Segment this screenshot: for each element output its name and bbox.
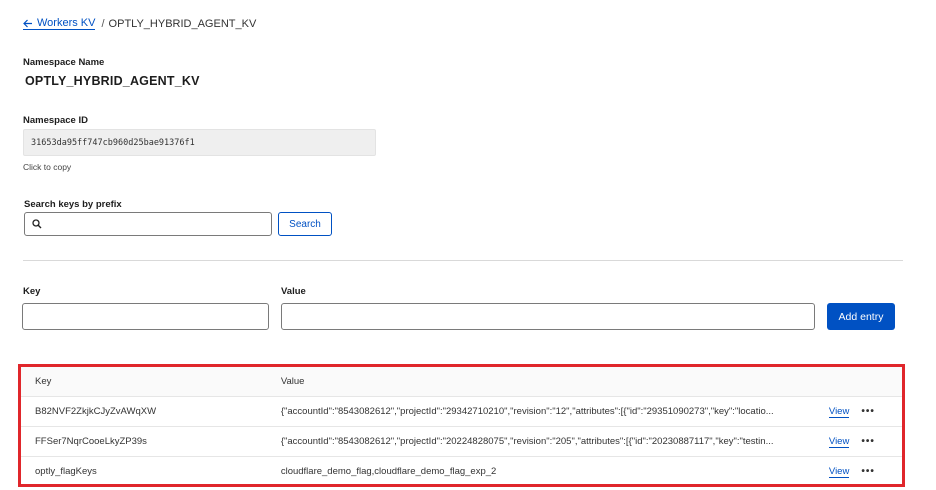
click-to-copy-hint: Click to copy: [23, 162, 72, 172]
row-value: cloudflare_demo_flag,cloudflare_demo_fla…: [280, 465, 497, 477]
column-header-value: Value: [280, 367, 829, 397]
ellipsis-icon[interactable]: •••: [861, 396, 902, 427]
table-header-row: Key Value: [21, 367, 902, 397]
section-divider: [23, 260, 903, 261]
namespace-name-value: OPTLY_HYBRID_AGENT_KV: [25, 74, 200, 88]
namespace-id-field[interactable]: 31653da95ff747cb960d25bae91376f1: [23, 129, 376, 156]
row-key: optly_flagKeys: [35, 465, 97, 477]
row-value: {"accountId":"8543082612","projectId":"2…: [280, 426, 829, 457]
table-row: optly_flagKeys cloudflare_demo_flag,clou…: [21, 456, 902, 486]
namespace-id-label: Namespace ID: [23, 115, 88, 126]
back-to-workers-kv-link[interactable]: Workers KV: [23, 17, 96, 30]
row-key: B82NVF2ZkjkCJyZvAWqXW: [21, 396, 281, 427]
table-row: FFSer7NqrCooeLkyZP39s {"accountId":"8543…: [21, 426, 902, 457]
add-entry-button[interactable]: Add entry: [827, 303, 895, 330]
row-key: FFSer7NqrCooeLkyZP39s: [21, 426, 281, 457]
view-link[interactable]: View: [828, 435, 850, 448]
search-label: Search keys by prefix: [24, 199, 122, 210]
arrow-left-icon: [23, 19, 32, 27]
key-input[interactable]: [22, 303, 269, 330]
search-button[interactable]: Search: [278, 212, 332, 236]
value-input[interactable]: [281, 303, 815, 330]
search-input-wrapper[interactable]: [24, 212, 272, 236]
ellipsis-icon[interactable]: •••: [861, 426, 902, 457]
key-label: Key: [23, 286, 41, 297]
view-link[interactable]: View: [828, 405, 850, 418]
view-link[interactable]: View: [828, 465, 850, 478]
table-row: B82NVF2ZkjkCJyZvAWqXW {"accountId":"8543…: [21, 396, 902, 427]
search-icon: [32, 219, 42, 229]
row-value: {"accountId":"8543082612","projectId":"2…: [280, 396, 829, 427]
kv-pairs-table-highlight: Key Value B82NVF2ZkjkCJyZvAWqXW {"accoun…: [18, 364, 905, 487]
ellipsis-icon[interactable]: •••: [861, 456, 902, 486]
back-link-label[interactable]: Workers KV: [37, 17, 95, 29]
value-label: Value: [281, 286, 306, 297]
breadcrumb: Workers KV / OPTLY_HYBRID_AGENT_KV: [23, 17, 256, 30]
namespace-name-label: Namespace Name: [23, 57, 105, 68]
search-input[interactable]: [47, 214, 257, 234]
breadcrumb-separator: /: [101, 17, 105, 30]
breadcrumb-current: OPTLY_HYBRID_AGENT_KV: [108, 17, 257, 30]
column-header-key: Key: [21, 367, 281, 397]
kv-pairs-table: Key Value B82NVF2ZkjkCJyZvAWqXW {"accoun…: [21, 367, 902, 486]
